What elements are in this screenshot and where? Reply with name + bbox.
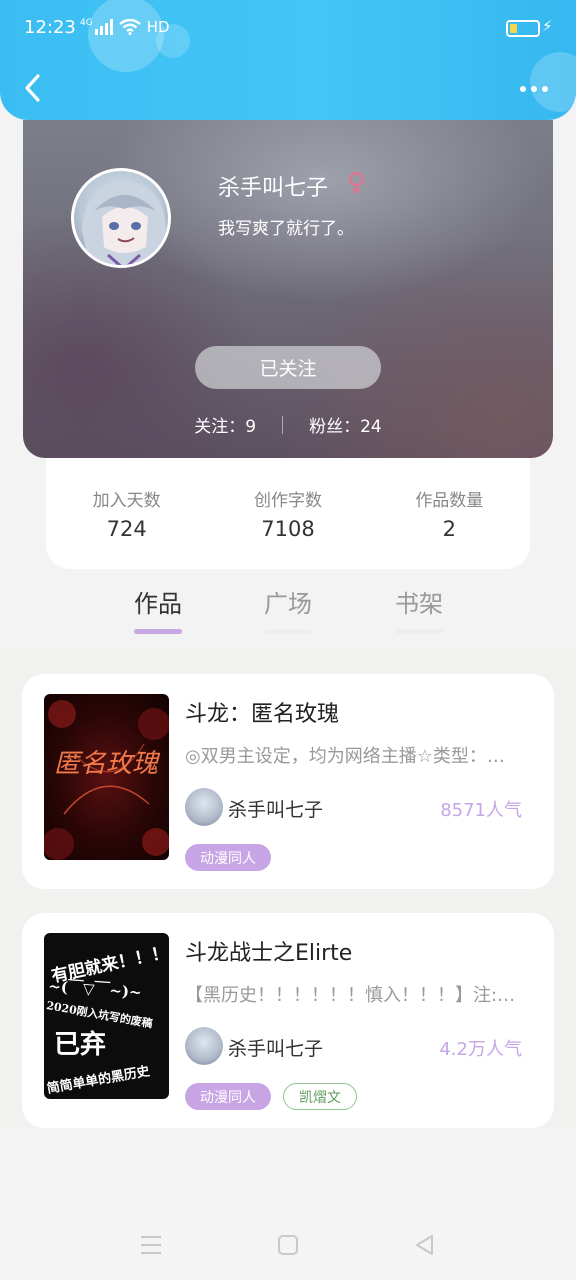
tab-indicator xyxy=(264,629,312,634)
cover-line: ~(￣▽￣~)~ xyxy=(48,977,142,1001)
tag[interactable]: 动漫同人 xyxy=(185,844,271,871)
tab-works[interactable]: 作品 xyxy=(108,584,208,634)
cover-line: 已弃 xyxy=(54,1029,106,1060)
bio: 我写爽了就行了。 xyxy=(218,219,354,239)
avatar-illustration xyxy=(82,181,166,265)
stat-value: 724 xyxy=(106,517,147,541)
charging-icon: ⚡ xyxy=(542,17,553,35)
popularity: 8571人气 xyxy=(440,800,522,821)
book-description: ◎双男主设定，均为网络主播☆类型：… xyxy=(185,746,505,767)
author-avatar[interactable] xyxy=(185,1027,223,1065)
network-type: 4G xyxy=(80,18,93,28)
cover-art: 匿名玫瑰 xyxy=(44,700,169,860)
decor-bubble xyxy=(530,52,576,112)
home-icon[interactable] xyxy=(277,1234,299,1256)
followed-button[interactable]: 已关注 xyxy=(195,346,381,389)
avatar[interactable] xyxy=(71,168,171,268)
profile-card: 杀手叫七子 ♀ 我写爽了就行了。 已关注 关注：9 粉丝：24 xyxy=(23,120,553,458)
author-name[interactable]: 杀手叫七子 xyxy=(228,795,323,822)
nickname: 杀手叫七子 xyxy=(218,176,329,201)
follow-counts: 关注：9 粉丝：24 xyxy=(23,412,553,437)
decor-bubble xyxy=(88,0,164,72)
battery-icon xyxy=(506,20,540,37)
status-icons: 4G HD xyxy=(80,18,170,36)
tab-bookshelf[interactable]: 书架 xyxy=(369,584,469,634)
signal-icon xyxy=(94,19,113,35)
more-icon[interactable] xyxy=(520,86,548,92)
book-title: 斗龙：匿名玫瑰 xyxy=(185,702,340,727)
author-name[interactable]: 杀手叫七子 xyxy=(228,1034,323,1061)
tab-indicator xyxy=(134,629,182,634)
back-icon[interactable] xyxy=(22,72,42,104)
menu-icon[interactable] xyxy=(140,1235,162,1255)
status-time: 12:23 xyxy=(24,17,76,38)
book-description: 【黑历史！！！！！！慎入！！！】注:… xyxy=(185,985,516,1006)
back-nav-icon[interactable] xyxy=(413,1233,435,1257)
tab-bar: 作品 广场 书架 xyxy=(0,584,576,644)
stat-join-days: 加入天数 724 xyxy=(62,486,192,569)
work-card[interactable]: 有胆就来！！！ ~(￣▽￣~)~ 2020刚入坑写的废稿 已弃 简简单单的黑历史… xyxy=(22,913,554,1128)
stat-label: 加入天数 xyxy=(92,491,161,511)
stat-works-count: 作品数量 2 xyxy=(384,486,514,569)
cover-line: 简简单单的黑历史 xyxy=(46,1063,152,1097)
popularity: 4.2万人气 xyxy=(439,1039,522,1060)
cover-line: 2020刚入坑写的废稿 xyxy=(45,998,153,1030)
tag-list: 动漫同人 xyxy=(185,844,271,871)
stat-value: 2 xyxy=(442,517,456,541)
tag[interactable]: 凯熠文 xyxy=(283,1083,357,1110)
divider xyxy=(282,415,284,434)
author-avatar[interactable] xyxy=(185,788,223,826)
work-card[interactable]: 匿名玫瑰 斗龙：匿名玫瑰 ◎双男主设定，均为网络主播☆类型：… 杀手叫七子 85… xyxy=(22,674,554,889)
cover-art: 有胆就来！！！ ~(￣▽￣~)~ 2020刚入坑写的废稿 已弃 简简单单的黑历史 xyxy=(45,942,169,1097)
tab-label: 广场 xyxy=(264,590,312,618)
fans-count[interactable]: 粉丝：24 xyxy=(309,412,382,437)
tab-square[interactable]: 广场 xyxy=(238,584,338,634)
stat-value: 7108 xyxy=(261,517,315,541)
stat-label: 创作字数 xyxy=(253,491,322,511)
top-bar: 12:23 4G HD ⚡ xyxy=(0,0,576,120)
wifi-icon xyxy=(118,19,141,35)
tag-list: 动漫同人 凯熠文 xyxy=(185,1083,357,1110)
following-count[interactable]: 关注：9 xyxy=(194,412,256,437)
female-icon: ♀ xyxy=(347,168,367,198)
cover-title-top: 匿名玫瑰 xyxy=(54,749,161,779)
hd-label: HD xyxy=(146,18,170,36)
book-title: 斗龙战士之Elirte xyxy=(185,941,353,966)
tab-indicator xyxy=(395,629,443,634)
book-cover[interactable]: 匿名玫瑰 xyxy=(44,694,169,860)
stat-label: 作品数量 xyxy=(415,491,484,511)
book-cover[interactable]: 有胆就来！！！ ~(￣▽￣~)~ 2020刚入坑写的废稿 已弃 简简单单的黑历史 xyxy=(44,933,169,1099)
stat-word-count: 创作字数 7108 xyxy=(223,486,353,569)
tab-label: 作品 xyxy=(134,590,182,618)
tag[interactable]: 动漫同人 xyxy=(185,1083,271,1110)
tab-label: 书架 xyxy=(395,590,443,618)
system-nav-bar xyxy=(0,1210,576,1280)
